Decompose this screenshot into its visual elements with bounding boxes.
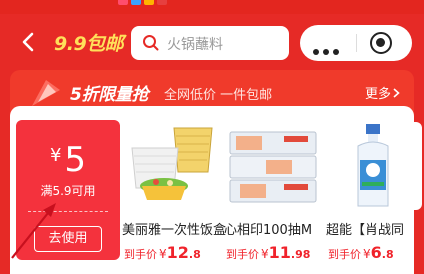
price-currency: ¥ — [159, 247, 167, 261]
product-card[interactable]: 心相印100抽M 到手价 ¥11.98 — [224, 122, 322, 262]
price-integer: 6 — [370, 243, 382, 262]
flash-sale-title: 5折限量抢 — [70, 85, 149, 105]
product-name: 美丽雅一次性饭盒 — [122, 223, 226, 238]
mini-program-capsule — [300, 25, 412, 61]
use-coupon-button[interactable]: 去使用 — [34, 226, 102, 252]
product-image — [328, 122, 422, 210]
product-image — [124, 122, 218, 210]
status-icon — [118, 0, 128, 5]
price-label: 到手价 — [124, 248, 157, 261]
coupon-card[interactable]: ¥5 满5.9可用 去使用 — [16, 120, 120, 260]
price-integer: 11 — [268, 243, 291, 262]
product-card[interactable]: 超能【肖战同 到手价 ¥6.8 — [326, 122, 424, 262]
coupon-currency: ¥ — [49, 145, 62, 166]
price-decimal: .8 — [188, 248, 201, 261]
search-box[interactable]: 火锅蘸料 — [131, 26, 289, 60]
page-title: 9.9包邮 — [54, 33, 124, 55]
top-nav-bar: 9.9包邮 火锅蘸料 — [0, 14, 424, 72]
product-name: 超能【肖战同 — [326, 223, 405, 238]
more-link-label: 更多 — [364, 87, 391, 102]
coupon-value: 5 — [64, 140, 87, 180]
search-placeholder: 火锅蘸料 — [167, 37, 223, 53]
product-name: 心相印100抽M — [224, 223, 313, 238]
price-label: 到手价 — [226, 248, 259, 261]
price-decimal: .98 — [290, 248, 311, 261]
close-target-icon[interactable] — [370, 32, 392, 54]
coupon-divider — [28, 211, 108, 212]
product-image — [226, 122, 320, 210]
product-price: 到手价 ¥12.8 — [124, 243, 201, 262]
back-arrow-icon — [22, 32, 34, 52]
price-integer: 12 — [166, 243, 189, 262]
status-bar — [0, 0, 424, 14]
price-label: 到手价 — [328, 248, 361, 261]
status-icon — [157, 0, 167, 5]
price-decimal: .8 — [381, 248, 394, 261]
search-icon — [143, 35, 159, 51]
coupon-amount: ¥5 — [16, 140, 120, 180]
status-icon — [131, 0, 141, 5]
more-link[interactable]: 更多 — [365, 83, 400, 102]
product-price: 到手价 ¥6.8 — [328, 243, 394, 262]
status-icon — [144, 0, 154, 5]
coupon-condition: 满5.9可用 — [40, 184, 96, 198]
product-strip: ¥5 满5.9可用 去使用 美丽雅一次性饭盒 到手价 ¥12.8 心相印100抽… — [10, 106, 422, 274]
capsule-divider — [356, 34, 357, 52]
product-price: 到手价 ¥11.98 — [226, 243, 310, 262]
price-currency: ¥ — [363, 247, 371, 261]
more-dots-icon[interactable] — [313, 40, 343, 59]
back-button[interactable] — [20, 26, 44, 58]
flash-sale-subtitle: 全网低价 一件包邮 — [164, 88, 273, 103]
chevron-right-icon — [393, 88, 400, 98]
product-card[interactable]: 美丽雅一次性饭盒 到手价 ¥12.8 — [122, 122, 226, 262]
price-currency: ¥ — [261, 247, 269, 261]
